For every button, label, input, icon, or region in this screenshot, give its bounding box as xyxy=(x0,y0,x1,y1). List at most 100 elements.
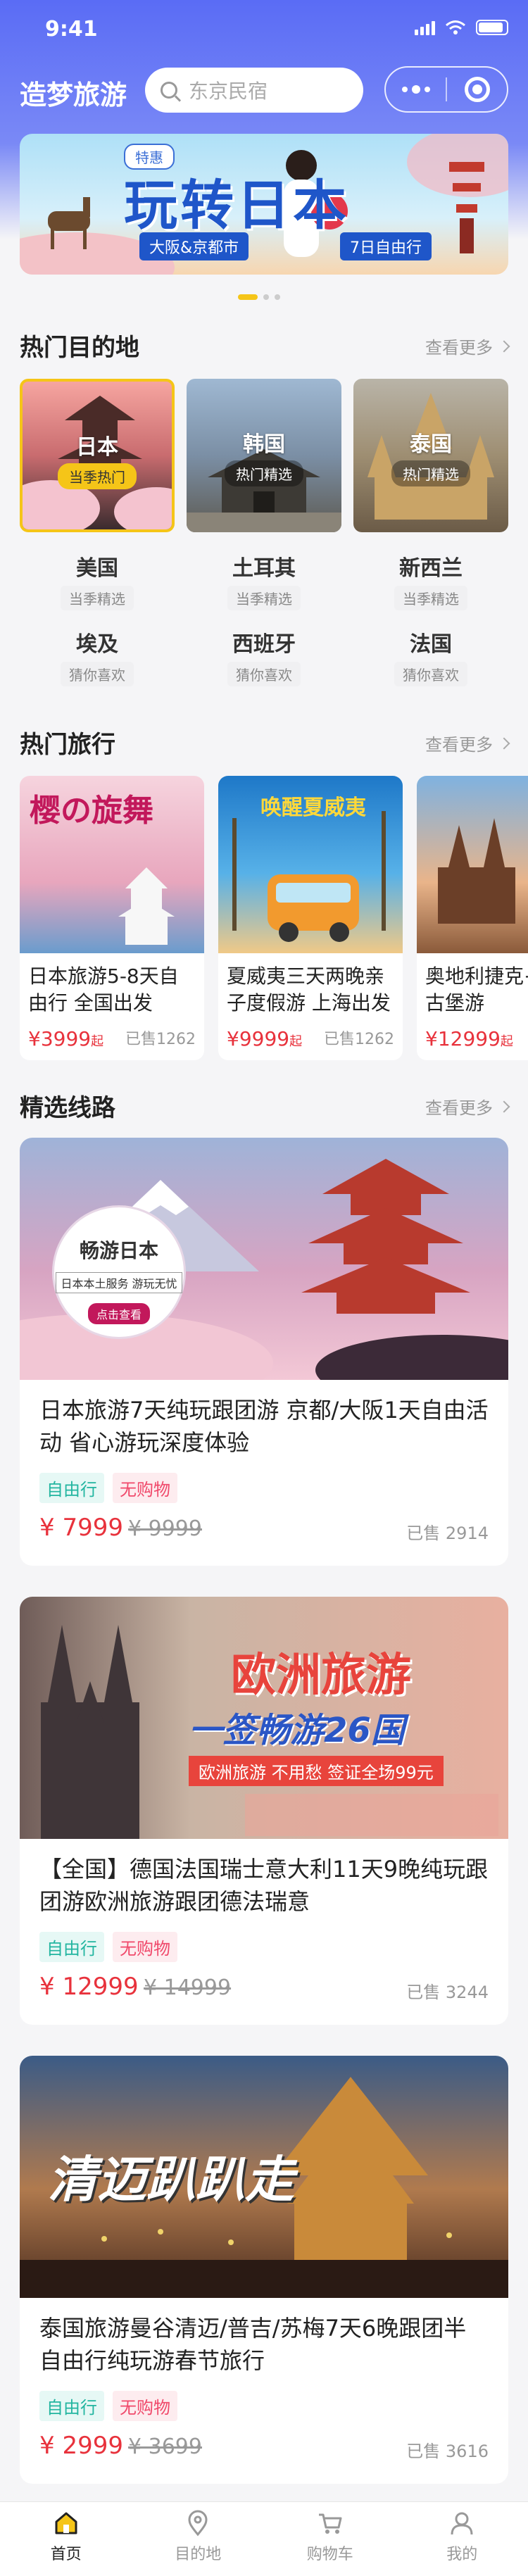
dest-item[interactable]: 新西兰 当季精选 xyxy=(353,551,508,610)
tab-label: 首页 xyxy=(50,2546,82,2563)
dest-item-sub: 当季精选 xyxy=(61,586,134,610)
top-nav: 造梦旅游 东京民宿 xyxy=(0,66,528,115)
trip-price: ¥3999起 xyxy=(28,1027,104,1050)
route-card[interactable]: 畅游日本 日本本土服务 游玩无忧 点击查看 日本旅游7天纯玩跟团游 京都/大阪1… xyxy=(20,1138,508,1566)
route-sold: 已售 3616 xyxy=(406,2442,489,2461)
dest-item-name: 埃及 xyxy=(76,632,118,657)
dest-name: 日本 xyxy=(76,435,118,460)
route-price: ¥ 7999 xyxy=(39,1514,123,1542)
route-tags: 自由行 无购物 xyxy=(39,2391,177,2421)
banner-title: 玩转日本 xyxy=(124,174,349,237)
location-icon xyxy=(188,2510,208,2537)
dest-badge: 当季热门 xyxy=(58,463,137,489)
search-input[interactable]: 东京民宿 xyxy=(145,68,363,113)
trip-sold: 已售1262 xyxy=(125,1031,196,1048)
route-price: ¥ 12999 xyxy=(39,1973,139,2001)
chevron-right-icon xyxy=(498,1100,510,1112)
dest-card-thailand[interactable]: 泰国 热门精选 xyxy=(353,379,508,532)
route-art-button: 点击查看 xyxy=(87,1303,150,1324)
route-card[interactable]: 欧洲旅游 一签畅游26国 欧洲旅游 不用愁 签证全场99元 【全国】德国法国瑞士… xyxy=(20,1597,508,2025)
route-sold: 已售 2914 xyxy=(406,1523,489,1543)
hot-trips-title: 热门旅行 xyxy=(20,731,115,759)
banner-pill-left: 大阪&京都市 xyxy=(139,232,249,260)
dest-badge: 热门精选 xyxy=(225,460,303,486)
route-old-price: ¥ 3699 xyxy=(128,2434,202,2459)
more-icon[interactable] xyxy=(386,85,446,94)
hot-dest-more-link[interactable]: 查看更多 xyxy=(425,334,510,358)
dest-item-sub: 当季精选 xyxy=(394,586,467,610)
dest-item[interactable]: 土耳其 当季精选 xyxy=(187,551,341,610)
route-badge: 畅游日本 日本本土服务 游玩无忧 点击查看 xyxy=(52,1205,186,1339)
trip-price: ¥9999起 xyxy=(227,1027,303,1050)
routes-more-link[interactable]: 查看更多 xyxy=(425,1094,510,1119)
dest-item-name: 美国 xyxy=(76,556,118,581)
more-label: 查看更多 xyxy=(425,735,493,755)
dest-item-sub: 猜你喜欢 xyxy=(394,662,467,686)
dest-item-name: 土耳其 xyxy=(232,556,296,581)
dest-item[interactable]: 西班牙 猜你喜欢 xyxy=(187,627,341,686)
user-icon xyxy=(451,2512,473,2535)
banner-pill-right: 7日自由行 xyxy=(340,232,432,260)
search-placeholder: 东京民宿 xyxy=(189,80,268,103)
dest-item[interactable]: 埃及 猜你喜欢 xyxy=(20,627,175,686)
tab-mine[interactable]: 我的 xyxy=(396,2502,528,2576)
trip-image xyxy=(417,776,528,953)
tab-destination[interactable]: 目的地 xyxy=(132,2502,265,2576)
route-art-sub: 一签畅游26国 xyxy=(189,1711,405,1750)
route-art-sub: 日本本土服务 游玩无忧 xyxy=(56,1272,182,1293)
close-target-icon[interactable] xyxy=(447,77,507,102)
route-card[interactable]: 清迈趴趴走 泰国旅游曼谷清迈/普吉/苏梅7天6晚跟团半自由行纯玩游春节旅行 自由… xyxy=(20,2056,508,2484)
trip-title: 夏威夷三天两晚亲子度假游 上海出发 xyxy=(227,965,391,1014)
trip-sold: 已售1262 xyxy=(324,1031,394,1048)
dest-name: 泰国 xyxy=(410,432,452,457)
van-illustration xyxy=(232,811,386,942)
dest-item-sub: 猜你喜欢 xyxy=(61,662,134,686)
tab-label: 目的地 xyxy=(175,2546,222,2563)
dest-card-korea[interactable]: 韩国 热门精选 xyxy=(187,379,341,532)
brand-title: 造梦旅游 xyxy=(20,80,127,111)
route-image: 清迈趴趴走 xyxy=(20,2056,508,2298)
dest-item-name: 西班牙 xyxy=(232,632,296,657)
battery-icon xyxy=(476,20,508,35)
route-title: 日本旅游7天纯玩跟团游 京都/大阪1天自由活动 省心游玩深度体验 xyxy=(39,1397,489,1456)
tag-no-shopping: 无购物 xyxy=(113,1932,177,1962)
route-sold: 已售 3244 xyxy=(406,1983,489,2002)
tag-no-shopping: 无购物 xyxy=(113,2391,177,2421)
trip-card[interactable]: 奥地利捷克+欧洲古堡游 ¥12999起 xyxy=(417,776,528,1060)
dest-item-name: 法国 xyxy=(410,632,452,657)
dest-item-sub: 当季精选 xyxy=(227,586,301,610)
trip-card[interactable]: 樱の旋舞 日本旅游5-8天自由行 全国出发 ¥3999起 已售1262 xyxy=(20,776,204,1060)
trip-price: ¥12999起 xyxy=(425,1027,513,1050)
more-label: 查看更多 xyxy=(425,338,493,358)
dest-item-name: 新西兰 xyxy=(399,556,463,581)
status-icons xyxy=(415,20,508,35)
chevron-right-icon xyxy=(498,737,510,749)
signal-icon xyxy=(415,20,435,35)
dest-item[interactable]: 法国 猜你喜欢 xyxy=(353,627,508,686)
mini-program-capsule xyxy=(384,66,508,113)
tag-free: 自由行 xyxy=(39,1932,104,1962)
prague-illustration xyxy=(438,818,515,924)
dest-item-sub: 猜你喜欢 xyxy=(227,662,301,686)
more-label: 查看更多 xyxy=(425,1098,493,1118)
hot-trips-more-link[interactable]: 查看更多 xyxy=(425,731,510,755)
tab-cart[interactable]: 购物车 xyxy=(264,2502,396,2576)
route-art-title: 清迈趴趴走 xyxy=(48,2151,294,2209)
tag-free: 自由行 xyxy=(39,1473,104,1503)
cart-icon xyxy=(318,2513,342,2534)
dest-card-japan[interactable]: 日本 当季热门 xyxy=(20,379,175,532)
dest-item[interactable]: 美国 当季精选 xyxy=(20,551,175,610)
promo-banner[interactable]: 特惠 玩转日本 大阪&京都市 7日自由行 xyxy=(20,134,508,275)
tab-home[interactable]: 首页 xyxy=(0,2502,132,2576)
route-image: 欧洲旅游 一签畅游26国 欧洲旅游 不用愁 签证全场99元 xyxy=(20,1597,508,1839)
routes-title: 精选线路 xyxy=(20,1094,115,1122)
trip-card[interactable]: 唤醒夏威夷 夏威夷三天两晚亲子度假游 上海出发 ¥9999起 已售1262 xyxy=(218,776,403,1060)
route-art-title: 畅游日本 xyxy=(79,1239,158,1262)
chevron-right-icon xyxy=(498,340,510,352)
route-title: 【全国】德国法国瑞士意大利11天9晚纯玩跟团游欧洲旅游跟团德法瑞意 xyxy=(39,1856,489,1915)
hot-dest-title: 热门目的地 xyxy=(20,334,139,362)
home-icon xyxy=(55,2512,77,2534)
route-title: 泰国旅游曼谷清迈/普吉/苏梅7天6晚跟团半自由行纯玩游春节旅行 xyxy=(39,2315,467,2374)
trip-image: 樱の旋舞 xyxy=(20,776,204,953)
tab-label: 购物车 xyxy=(306,2546,353,2563)
